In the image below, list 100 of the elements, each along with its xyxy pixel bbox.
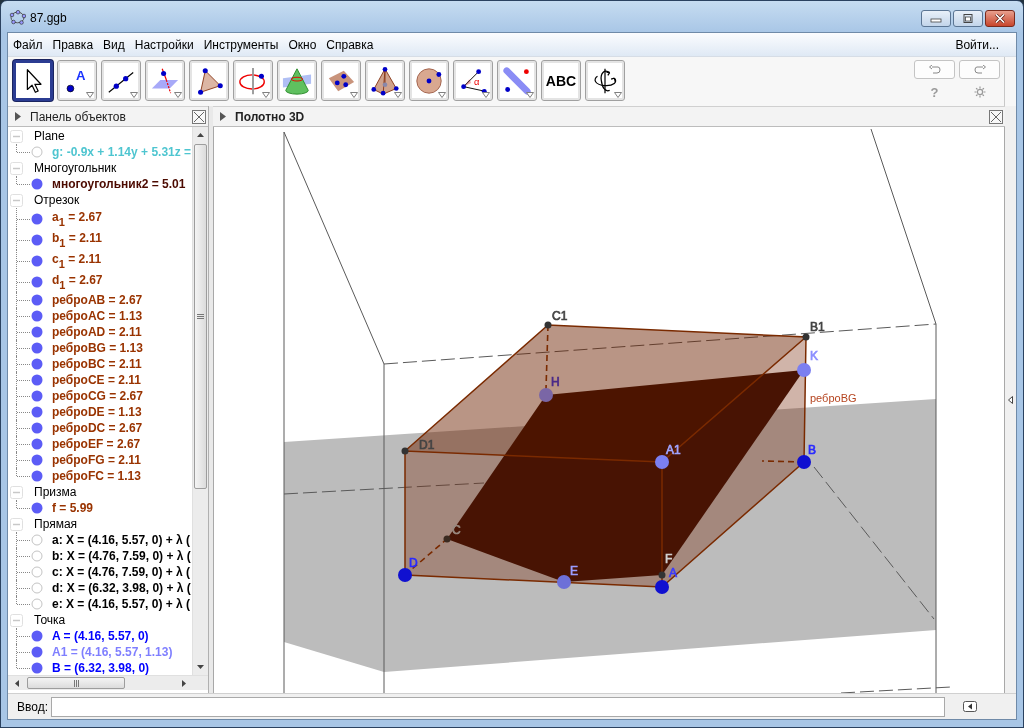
object-entry[interactable]: реброDC = 2.67 [52,421,143,435]
point-marker-icon[interactable] [655,580,669,594]
tool-button[interactable]: ABC [541,60,581,101]
object-entry[interactable]: реброFC = 1.13 [52,469,141,483]
dot-icon[interactable] [31,275,43,288]
point-marker-icon[interactable] [797,363,811,377]
dot-icon[interactable] [31,146,43,158]
menu-item[interactable]: Правка [47,37,99,52]
point-marker-icon[interactable] [802,333,810,341]
point-marker-icon[interactable] [539,388,553,402]
minimize-button[interactable] [921,10,951,27]
dot-icon[interactable] [31,630,43,642]
object-entry[interactable]: a: X = (4.16, 5.57, 0) + λ ( [52,533,191,547]
dot-icon[interactable] [31,212,43,225]
dropdown-triangle-icon[interactable] [526,92,534,98]
object-entry[interactable]: реброAB = 2.67 [52,293,143,307]
object-entry[interactable]: B = (6.32, 3.98, 0) [52,661,150,675]
login-link[interactable]: Войти... [950,37,1016,52]
menu-item[interactable]: Вид [98,37,130,52]
close-view-button[interactable] [989,109,1003,124]
point-marker-icon[interactable] [655,455,669,469]
dot-icon[interactable] [31,406,43,418]
canvas-background[interactable]: C1 B1 K H D1 A1 B C D E F A реброBG [213,127,1005,693]
dot-icon[interactable] [31,582,43,594]
menu-item[interactable]: Справка [321,37,379,52]
dot-icon[interactable] [31,422,43,434]
close-panel-button[interactable] [192,109,206,124]
scroll-down-icon[interactable] [197,665,204,669]
triangle-left-icon[interactable] [1008,395,1013,404]
menu-item[interactable]: Настройки [129,37,199,52]
object-entry[interactable]: f = 5.99 [52,501,94,515]
dropdown-triangle-icon[interactable] [86,92,94,98]
object-entry[interactable]: d: X = (6.32, 3.98, 0) + λ ( [52,581,191,595]
dot-icon[interactable] [31,566,43,578]
vertical-scrollbar[interactable] [192,127,208,675]
dot-icon[interactable] [31,438,43,450]
tool-button[interactable] [101,60,141,101]
dot-icon[interactable] [31,550,43,562]
point-marker-icon[interactable] [443,535,451,543]
menu-item[interactable]: Окно [283,37,322,52]
dot-icon[interactable] [31,326,43,338]
dot-icon[interactable] [31,254,43,267]
object-entry[interactable]: реброAD = 2.11 [52,325,142,339]
dropdown-triangle-icon[interactable] [394,92,402,98]
dropdown-triangle-icon[interactable] [130,92,138,98]
tool-button[interactable] [13,60,53,101]
object-entry[interactable]: реброAC = 1.13 [52,309,143,323]
dot-icon[interactable] [31,598,43,610]
tool-button[interactable] [585,60,625,101]
menu-item[interactable]: Файл [8,37,48,52]
close-button[interactable] [985,10,1015,27]
dropdown-triangle-icon[interactable] [614,92,622,98]
point-marker-icon[interactable] [398,568,412,582]
scroll-up-icon[interactable] [197,133,204,137]
dot-icon[interactable] [31,358,43,370]
point-marker-icon[interactable] [797,455,811,469]
point-marker-icon[interactable] [544,321,552,329]
dot-icon[interactable] [31,310,43,322]
object-entry[interactable]: A = (4.16, 5.57, 0) [52,629,149,643]
dot-icon[interactable] [31,233,43,246]
object-entry[interactable]: реброDE = 1.13 [52,405,142,419]
point-marker-icon[interactable] [557,575,571,589]
dropdown-triangle-icon[interactable] [350,92,358,98]
dropdown-triangle-icon[interactable] [482,92,490,98]
tool-button[interactable] [365,60,405,101]
object-entry[interactable]: реброBG = 1.13 [52,341,143,355]
scroll-thumb[interactable] [27,677,125,689]
object-entry[interactable]: реброEF = 2.67 [52,437,141,451]
horizontal-scrollbar[interactable] [8,675,208,690]
point-marker-icon[interactable] [658,571,666,579]
dropdown-triangle-icon[interactable] [438,92,446,98]
object-entry[interactable]: реброCE = 2.11 [52,373,141,387]
scroll-right-icon[interactable] [181,679,186,687]
menu-item[interactable]: Инструменты [198,37,284,52]
dropdown-triangle-icon[interactable] [174,92,182,98]
triangle-right-icon[interactable] [15,112,21,121]
scroll-thumb[interactable] [194,144,207,489]
object-entry[interactable]: e: X = (4.16, 5.57, 0) + λ ( [52,597,191,611]
triangle-right-icon[interactable] [220,112,226,121]
dot-icon[interactable] [31,374,43,386]
tool-button[interactable] [321,60,361,101]
dot-icon[interactable] [31,454,43,466]
maximize-button[interactable] [953,10,983,27]
point-marker-icon[interactable] [401,447,409,455]
dot-icon[interactable] [31,342,43,354]
dot-icon[interactable] [31,662,43,674]
scroll-left-icon[interactable] [14,679,19,687]
dot-icon[interactable] [31,646,43,658]
tool-button[interactable] [409,60,449,101]
tool-button[interactable] [189,60,229,101]
dot-icon[interactable] [31,470,43,482]
object-entry[interactable]: многоугольник2 = 5.01 [52,177,186,191]
dropdown-triangle-icon[interactable] [262,92,270,98]
dot-icon[interactable] [31,294,43,306]
object-entry[interactable]: c: X = (4.76, 7.59, 0) + λ ( [52,565,191,579]
input-field[interactable] [51,696,945,717]
object-entry[interactable]: реброFG = 2.11 [52,453,141,467]
dot-icon[interactable] [31,390,43,402]
object-entry[interactable]: реброBC = 2.11 [52,357,142,371]
dot-icon[interactable] [31,502,43,514]
